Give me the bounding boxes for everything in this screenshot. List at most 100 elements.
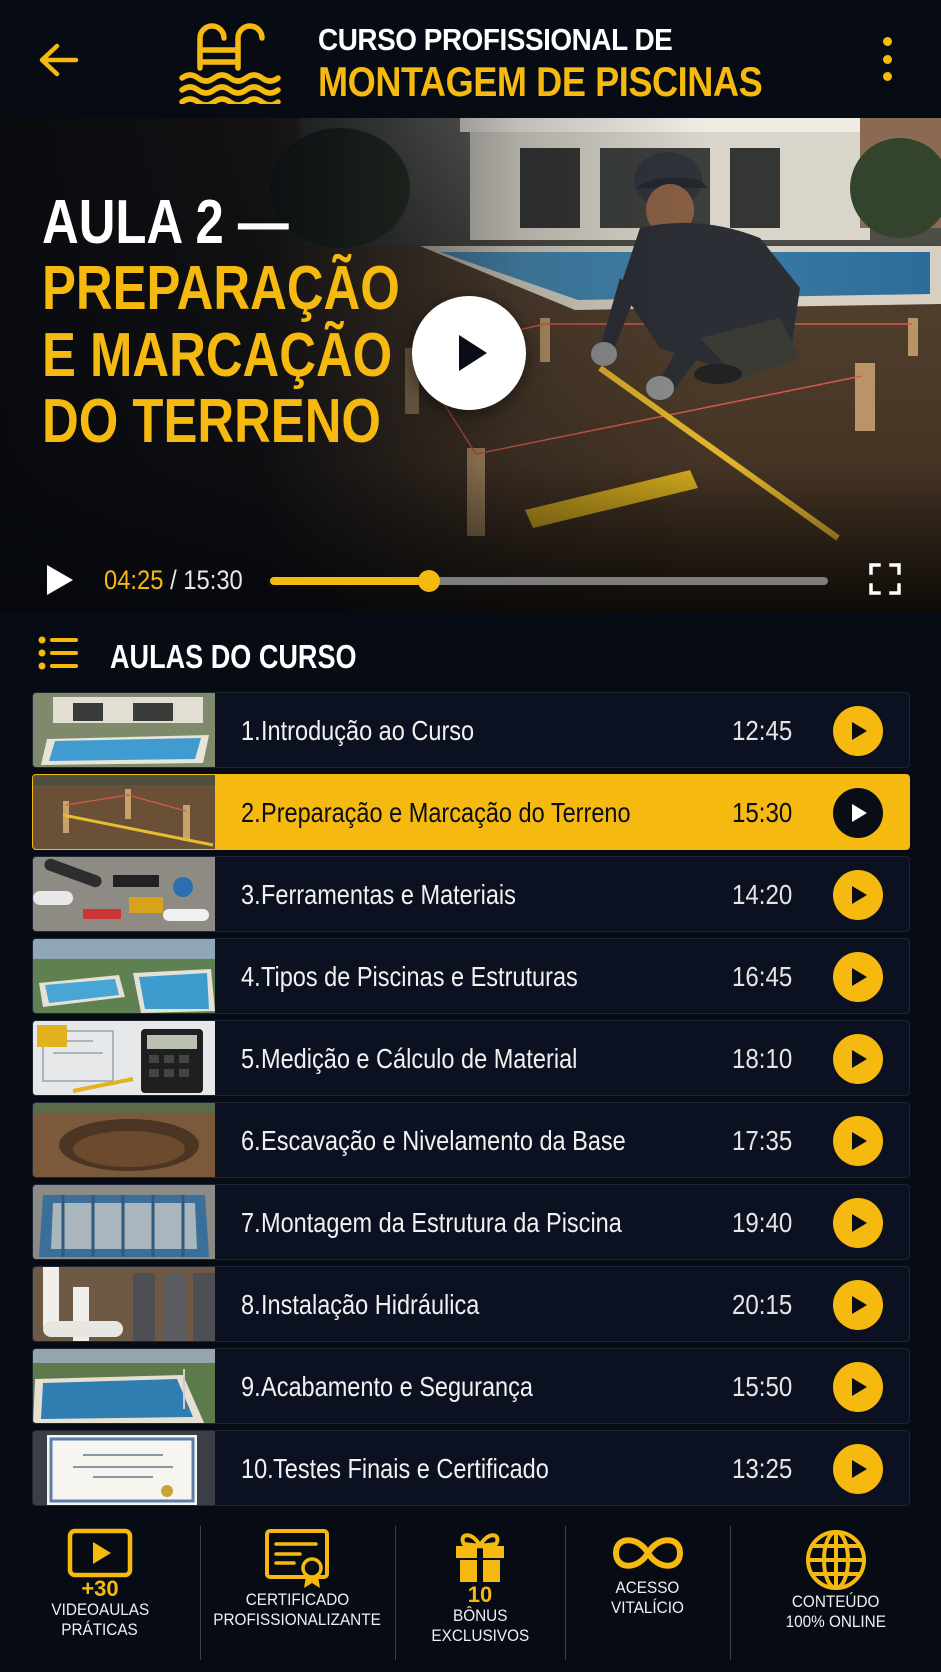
lesson-thumbnail [33,775,215,849]
gift-icon [456,1533,504,1582]
video-title-line1: AULA 2 — [42,188,289,257]
lesson-row[interactable]: 10. Testes Finais e Certificado 13:25 [32,1430,910,1506]
lesson-play-button[interactable] [833,952,883,1002]
lesson-play-button[interactable] [833,1198,883,1248]
lesson-title: Ferramentas e Materiais [261,879,516,910]
current-time: 04:25 [104,565,164,595]
lesson-duration: 14:20 [732,879,793,910]
play-icon [852,968,867,986]
feature-conteudo: CONTEÚDO 100% ONLINE [730,1514,941,1672]
lesson-row[interactable]: 3. Ferramentas e Materiais 14:20 [32,856,910,932]
lesson-thumbnail [33,1103,215,1177]
lesson-play-button[interactable] [833,1280,883,1330]
lesson-number: 2. [241,797,261,828]
play-icon [459,335,487,371]
feature-label-line2: 100% ONLINE [785,1612,886,1632]
feature-label-line2: VITALÍCIO [611,1598,684,1618]
lesson-row[interactable]: 7. Montagem da Estrutura da Piscina 19:40 [32,1184,910,1260]
course-title: CURSO PROFISSIONAL DE MONTAGEM DE PISCIN… [318,24,763,105]
video-progress-bar[interactable] [270,570,828,592]
lesson-thumbnail [33,1431,215,1505]
lesson-thumbnail [33,939,215,1013]
big-play-button[interactable] [412,296,526,410]
lesson-row[interactable]: 1. Introdução ao Curso 12:45 [32,692,910,768]
play-icon [852,1296,867,1314]
lesson-title: Escavação e Nivelamento da Base [261,1125,626,1156]
lesson-list: 1. Introdução ao Curso 12:45 2. Preparação e… [32,692,910,1512]
lesson-duration: 16:45 [732,961,793,992]
more-dot [882,54,892,64]
lesson-title: Montagem da Estrutura da Piscina [261,1207,622,1238]
lesson-thumbnail [33,1185,215,1259]
lesson-number: 6. [241,1125,261,1156]
play-icon [852,722,867,740]
more-vertical-icon [882,37,892,46]
lesson-thumbnail [33,857,215,931]
lesson-title: Acabamento e Segurança [261,1371,533,1402]
lesson-row[interactable]: 4. Tipos de Piscinas e Estruturas 16:45 [32,938,910,1014]
lesson-play-button[interactable] [833,788,883,838]
lesson-thumbnail [33,693,215,767]
lesson-thumbnail [33,1021,215,1095]
play-icon [852,886,867,904]
more-dot [882,72,892,81]
list-icon [38,636,78,670]
fullscreen-icon[interactable] [868,562,902,596]
lesson-number: 8. [241,1289,261,1320]
lesson-number: 10. [241,1453,274,1484]
progress-knob[interactable] [418,570,441,592]
lesson-play-button[interactable] [833,870,883,920]
course-title-line2: MONTAGEM DE PISCINAS [318,58,763,105]
feature-number: 10 [467,1582,493,1607]
lesson-duration: 20:15 [732,1289,793,1320]
lesson-title: Tipos de Piscinas e Estruturas [261,961,578,992]
feature-certificado: CERTIFICADO PROFISSIONALIZANTE [200,1514,395,1672]
video-player[interactable]: AULA 2 — PREPARAÇÃO E MARCAÇÃO DO TERREN… [0,118,941,612]
play-icon [852,1132,867,1150]
lesson-row[interactable]: 8. Instalação Hidráulica 20:15 [32,1266,910,1342]
lesson-play-button[interactable] [833,1444,883,1494]
lesson-play-button[interactable] [833,1034,883,1084]
play-icon [852,1460,867,1478]
feature-label-line1: BÔNUS [452,1606,508,1625]
feature-videoaulas: +30 VIDEOAULAS PRÁTICAS [0,1514,200,1672]
video-play-icon [67,1528,133,1578]
certificate-icon [264,1529,329,1588]
infinity-icon [612,1537,683,1569]
lesson-row[interactable]: 6. Escavação e Nivelamento da Base 17:35 [32,1102,910,1178]
time-separator: / [170,565,184,595]
feature-bonus: 10 BÔNUS EXCLUSIVOS [395,1514,565,1672]
lesson-row[interactable]: 5. Medição e Cálculo de Material 18:10 [32,1020,910,1096]
lesson-video-title: AULA 2 — PREPARAÇÃO E MARCAÇÃO DO TERREN… [42,188,422,455]
lesson-play-button[interactable] [833,706,883,756]
lessons-section-header: AULAS DO CURSO [0,612,941,688]
play-icon [852,1378,867,1396]
feature-number: +30 [81,1576,119,1601]
lesson-title: Instalação Hidráulica [261,1289,480,1320]
feature-acesso: ACESSO VITALÍCIO [565,1514,730,1672]
arrow-left-icon [39,43,79,77]
play-icon[interactable] [42,562,76,598]
more-options-button[interactable] [872,34,902,84]
feature-label-line1: CONTEÚDO [791,1592,880,1611]
video-controls: 04:25 / 15:30 [0,550,941,612]
pool-ladder-waves-icon [179,23,281,104]
time-display: 04:25 / 15:30 [104,565,243,596]
video-title-line3: E MARCAÇÃO [42,320,393,390]
lesson-duration: 19:40 [732,1207,793,1238]
feature-label-line1: VIDEOAULAS [51,1600,149,1619]
progress-fill [270,577,430,585]
feature-label-line1: ACESSO [615,1578,680,1597]
lesson-row[interactable]: 2. Preparação e Marcação do Terreno 15:30 [32,774,910,850]
lesson-play-button[interactable] [833,1362,883,1412]
feature-label-line2: PROFISSIONALIZANTE [213,1610,382,1630]
play-icon [852,804,867,822]
feature-label-line1: CERTIFICADO [245,1590,350,1609]
lesson-number: 1. [241,715,261,746]
lesson-number: 5. [241,1043,261,1074]
back-button[interactable] [34,36,82,84]
lesson-number: 7. [241,1207,261,1238]
lesson-duration: 15:50 [732,1371,793,1402]
lesson-row[interactable]: 9. Acabamento e Segurança 15:50 [32,1348,910,1424]
lesson-play-button[interactable] [833,1116,883,1166]
